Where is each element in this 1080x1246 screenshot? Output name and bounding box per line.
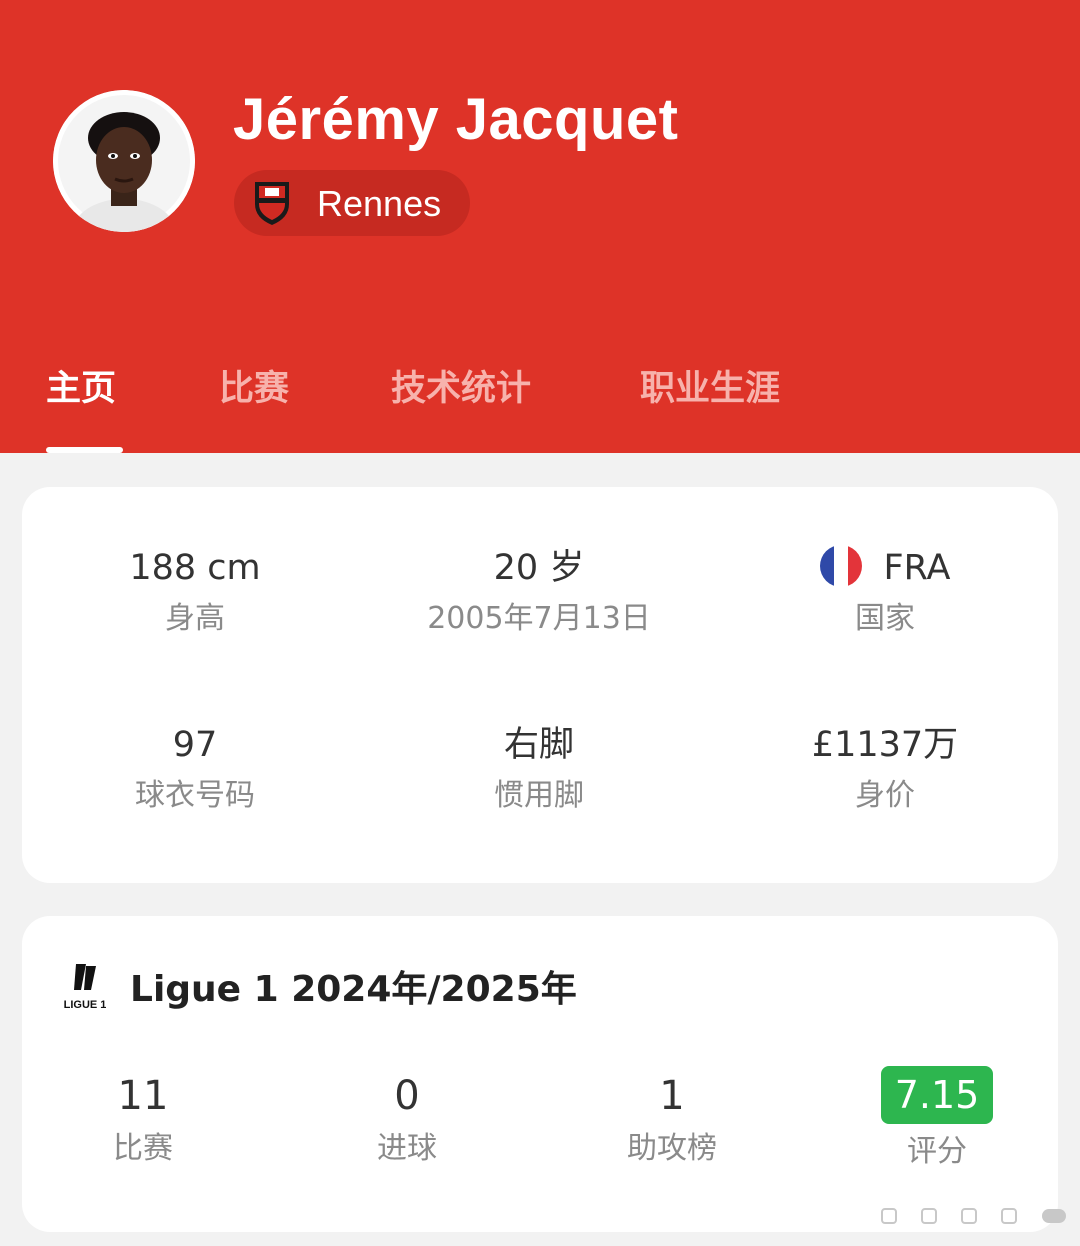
rating-badge: 7.15 bbox=[880, 1066, 994, 1124]
france-flag-icon bbox=[819, 545, 862, 587]
country-value: FRA bbox=[883, 548, 951, 588]
info-preferred-foot: 右脚 惯用脚 bbox=[369, 722, 709, 816]
preferred-foot-value: 右脚 bbox=[503, 725, 574, 765]
player-info-card: 188 cm 身高 20 岁 2005年7月13日 FRA 国家 97 球衣号码… bbox=[22, 487, 1058, 883]
ligue1-logo-icon: LIGUE 1 bbox=[64, 964, 106, 1011]
rennes-crest-icon bbox=[255, 182, 289, 225]
height-label: 身高 bbox=[165, 601, 225, 636]
active-tab-indicator bbox=[46, 447, 123, 453]
info-age: 20 岁 2005年7月13日 bbox=[369, 545, 709, 639]
season-title: Ligue 1 2024年/2025年 bbox=[130, 969, 577, 1010]
shirt-number-label: 球衣号码 bbox=[135, 778, 255, 813]
profile-header: Jérémy Jacquet Rennes 主页 比赛 技术统计 职业生涯 bbox=[0, 0, 1080, 453]
tab-stats[interactable]: 技术统计 bbox=[391, 360, 531, 411]
preferred-foot-label: 惯用脚 bbox=[494, 778, 584, 813]
club-link[interactable]: Rennes bbox=[234, 170, 470, 236]
image-stack-icon bbox=[881, 1208, 1066, 1224]
goals-value: 0 bbox=[394, 1073, 420, 1119]
stat-goals: 0 进球 bbox=[307, 1071, 507, 1169]
market-value: £1137万 bbox=[811, 725, 959, 765]
player-avatar bbox=[53, 90, 195, 232]
matches-label: 比赛 bbox=[113, 1131, 173, 1166]
tab-bar: 主页 比赛 技术统计 职业生涯 bbox=[0, 360, 1080, 453]
info-country: FRA 国家 bbox=[715, 545, 1055, 639]
rating-label: 评分 bbox=[907, 1134, 967, 1169]
club-name: Rennes bbox=[317, 183, 442, 224]
height-value: 188 cm bbox=[129, 548, 261, 588]
birthdate-label: 2005年7月13日 bbox=[427, 601, 651, 636]
stat-rating: 7.15 评分 bbox=[837, 1066, 1037, 1172]
info-market-value: £1137万 身价 bbox=[715, 722, 1055, 816]
info-shirt-number: 97 球衣号码 bbox=[25, 722, 365, 816]
age-value: 20 岁 bbox=[493, 548, 585, 588]
shirt-number-value: 97 bbox=[172, 725, 218, 765]
season-stats-card[interactable]: LIGUE 1 Ligue 1 2024年/2025年 11 比赛 0 进球 1… bbox=[22, 916, 1058, 1232]
stat-matches: 11 比赛 bbox=[43, 1071, 243, 1169]
country-label: 国家 bbox=[855, 601, 915, 636]
goals-label: 进球 bbox=[377, 1131, 437, 1166]
stat-assists: 1 助攻榜 bbox=[572, 1071, 772, 1169]
tab-home[interactable]: 主页 bbox=[46, 360, 116, 411]
info-height: 188 cm 身高 bbox=[25, 545, 365, 639]
market-value-label: 身价 bbox=[855, 778, 915, 813]
assists-value: 1 bbox=[659, 1073, 685, 1119]
matches-value: 11 bbox=[117, 1073, 169, 1119]
svg-text:LIGUE 1: LIGUE 1 bbox=[64, 999, 106, 1011]
assists-label: 助攻榜 bbox=[627, 1131, 717, 1166]
tab-career[interactable]: 职业生涯 bbox=[640, 360, 780, 411]
player-name: Jérémy Jacquet bbox=[233, 87, 679, 152]
tab-matches[interactable]: 比赛 bbox=[219, 360, 289, 411]
